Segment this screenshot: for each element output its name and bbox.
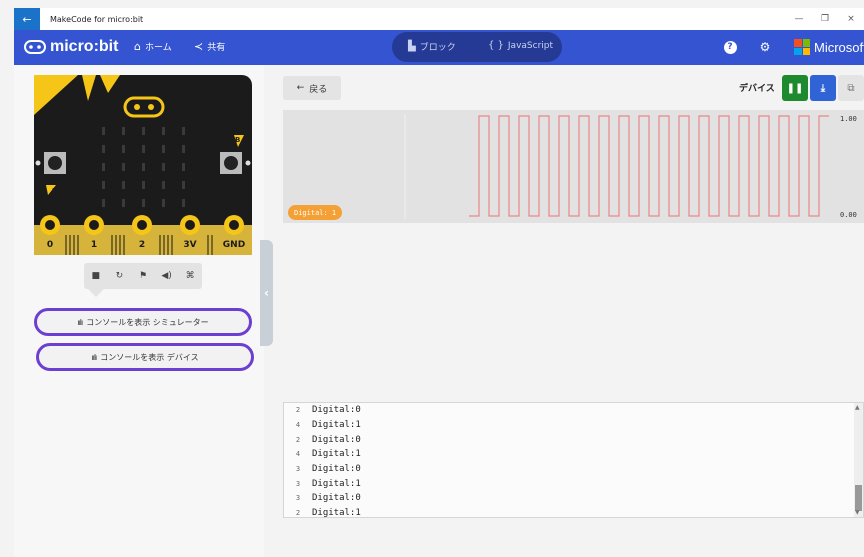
stop-icon: ■ (91, 271, 101, 281)
download-icon: ⤓ (820, 82, 826, 94)
console-row-text: Digital:0 (312, 464, 361, 475)
puzzle-icon: ▙ (408, 41, 416, 52)
device-label: デバイス (739, 84, 775, 94)
scroll-up-icon[interactable]: ▲ (855, 404, 860, 411)
console-row: 3 Digital:1 (284, 476, 863, 491)
console-row-text: Digital:1 (312, 478, 361, 489)
restart-button[interactable]: ↻ (111, 271, 127, 281)
mute-icon: ◀) (161, 271, 172, 281)
microbit-logo-icon (24, 40, 46, 54)
bar-chart-icon: ıılı (91, 352, 97, 362)
braces-icon: { } (488, 40, 504, 51)
console-row-text: Digital:0 (312, 405, 361, 416)
editor-toggle: ▙ ブロック { } JavaScript (392, 32, 562, 62)
console-log: 2 Digital:0 4 Digital:1 2 Digital:0 4 Digital:1… (284, 403, 863, 521)
download-button[interactable]: ⤓ (810, 75, 836, 101)
show-console-simulator-button[interactable]: ıılı コンソールを表示 シミュレーター (34, 308, 252, 336)
home-button[interactable]: ⌂ ホーム (134, 40, 172, 53)
restart-icon: ↻ (115, 271, 124, 281)
series-line (469, 115, 829, 217)
console-row-count: 3 (295, 494, 301, 503)
settings-button[interactable]: ⚙ (757, 39, 773, 55)
pin-2-label: 2 (139, 240, 145, 250)
javascript-tab[interactable]: { } JavaScript (488, 40, 553, 51)
console-row-count: 2 (295, 435, 301, 444)
share-button[interactable]: ≺ 共有 (194, 40, 225, 53)
close-button[interactable]: × (838, 8, 864, 30)
toolbar-pointer (88, 289, 104, 297)
back-button[interactable]: ← 戻る (283, 76, 341, 100)
y-min-label: 0.00 (840, 211, 857, 219)
serial-console: 2 Digital:0 4 Digital:1 2 Digital:0 4 Digital:1… (283, 402, 864, 518)
console-row: 2 Digital:0 (284, 403, 863, 418)
collapse-simulator-button[interactable]: ‹ (260, 240, 273, 346)
pause-button[interactable]: ❚❚ (782, 75, 808, 101)
arrow-left-icon: ← (22, 12, 32, 26)
debug-button[interactable]: ⚑ (135, 271, 151, 281)
window-back-button[interactable]: ← (14, 8, 40, 30)
simulator-panel: 0 1 2 3V GND A B ■ ↻ ⚑ ◀) ⌘ ıılı コンソールを表… (14, 65, 264, 557)
stop-button[interactable]: ■ (88, 271, 104, 281)
microbit-board[interactable]: 0 1 2 3V GND A B (34, 75, 252, 259)
console-row-text: Digital:0 (312, 434, 361, 445)
help-button[interactable]: ? (722, 39, 738, 55)
chevron-left-icon: ‹ (264, 286, 269, 300)
button-b-label: B (235, 136, 240, 144)
console-row: 4 Digital:1 (284, 447, 863, 462)
chart-canvas (404, 114, 829, 219)
console-row-count: 4 (295, 450, 301, 459)
home-icon: ⌂ (134, 40, 141, 53)
console-row: 2 Digital:0 (284, 432, 863, 447)
window-titlebar: ← MakeCode for micro:bit — ❐ × (14, 8, 864, 30)
console-row: 3 Digital:0 (284, 462, 863, 477)
copy-icon: ⧉ (847, 82, 855, 94)
microsoft-icon (794, 39, 810, 55)
serial-chart: Digital: 1 1.00 0.00 (283, 110, 864, 223)
console-row: 4 Digital:1 (284, 418, 863, 433)
console-row-text: Digital:1 (312, 449, 361, 460)
copy-button[interactable]: ⧉ (838, 75, 864, 101)
pin-0-label: 0 (47, 240, 53, 250)
fullscreen-icon: ⌘ (185, 271, 195, 281)
gear-icon: ⚙ (759, 40, 771, 54)
console-row-text: Digital:0 (312, 493, 361, 504)
console-row-count: 2 (295, 406, 301, 415)
console-row: 2 Digital:1 (284, 506, 863, 521)
pause-icon: ❚❚ (786, 82, 804, 94)
button-a-label: A (51, 187, 57, 195)
microbit-board-image: 0 1 2 3V GND A B (34, 75, 252, 255)
blocks-tab[interactable]: ▙ ブロック (408, 40, 456, 53)
fullscreen-button[interactable]: ⌘ (182, 271, 198, 281)
app-header: micro:bit ⌂ ホーム ≺ 共有 ▙ ブロック { } JavaScri… (14, 30, 864, 65)
console-row: 3 Digital:0 (284, 491, 863, 506)
pin-3v-label: 3V (183, 240, 196, 250)
show-console-device-button[interactable]: ıılı コンソールを表示 デバイス (36, 343, 254, 371)
console-row-text: Digital:1 (312, 508, 361, 519)
pin-gnd-label: GND (223, 240, 245, 250)
mute-button[interactable]: ◀) (159, 271, 175, 281)
minimize-button[interactable]: — (786, 8, 812, 30)
microbit-logo[interactable]: micro:bit (24, 38, 118, 56)
help-icon: ? (723, 40, 737, 54)
console-row-count: 3 (295, 479, 301, 488)
scroll-thumb[interactable] (855, 485, 862, 511)
bar-chart-icon: ıılı (77, 317, 83, 327)
debug-icon: ⚑ (138, 271, 148, 281)
arrow-left-icon: ← (296, 83, 305, 93)
console-row-text: Digital:1 (312, 420, 361, 431)
series-legend-badge[interactable]: Digital: 1 (288, 205, 343, 220)
scroll-down-icon[interactable]: ▼ (855, 509, 860, 516)
console-row-count: 2 (295, 509, 301, 518)
y-max-label: 1.00 (840, 115, 857, 123)
console-scrollbar[interactable]: ▲ ▼ (854, 403, 863, 517)
window-title: MakeCode for micro:bit (50, 14, 144, 24)
share-icon: ≺ (194, 40, 204, 53)
maximize-button[interactable]: ❐ (812, 8, 838, 30)
pin-1-label: 1 (91, 240, 97, 250)
simulator-toolbar: ■ ↻ ⚑ ◀) ⌘ (84, 263, 202, 289)
console-row-count: 3 (295, 465, 301, 474)
microsoft-logo[interactable]: Microsoft (794, 39, 864, 55)
console-row-count: 4 (295, 421, 301, 430)
